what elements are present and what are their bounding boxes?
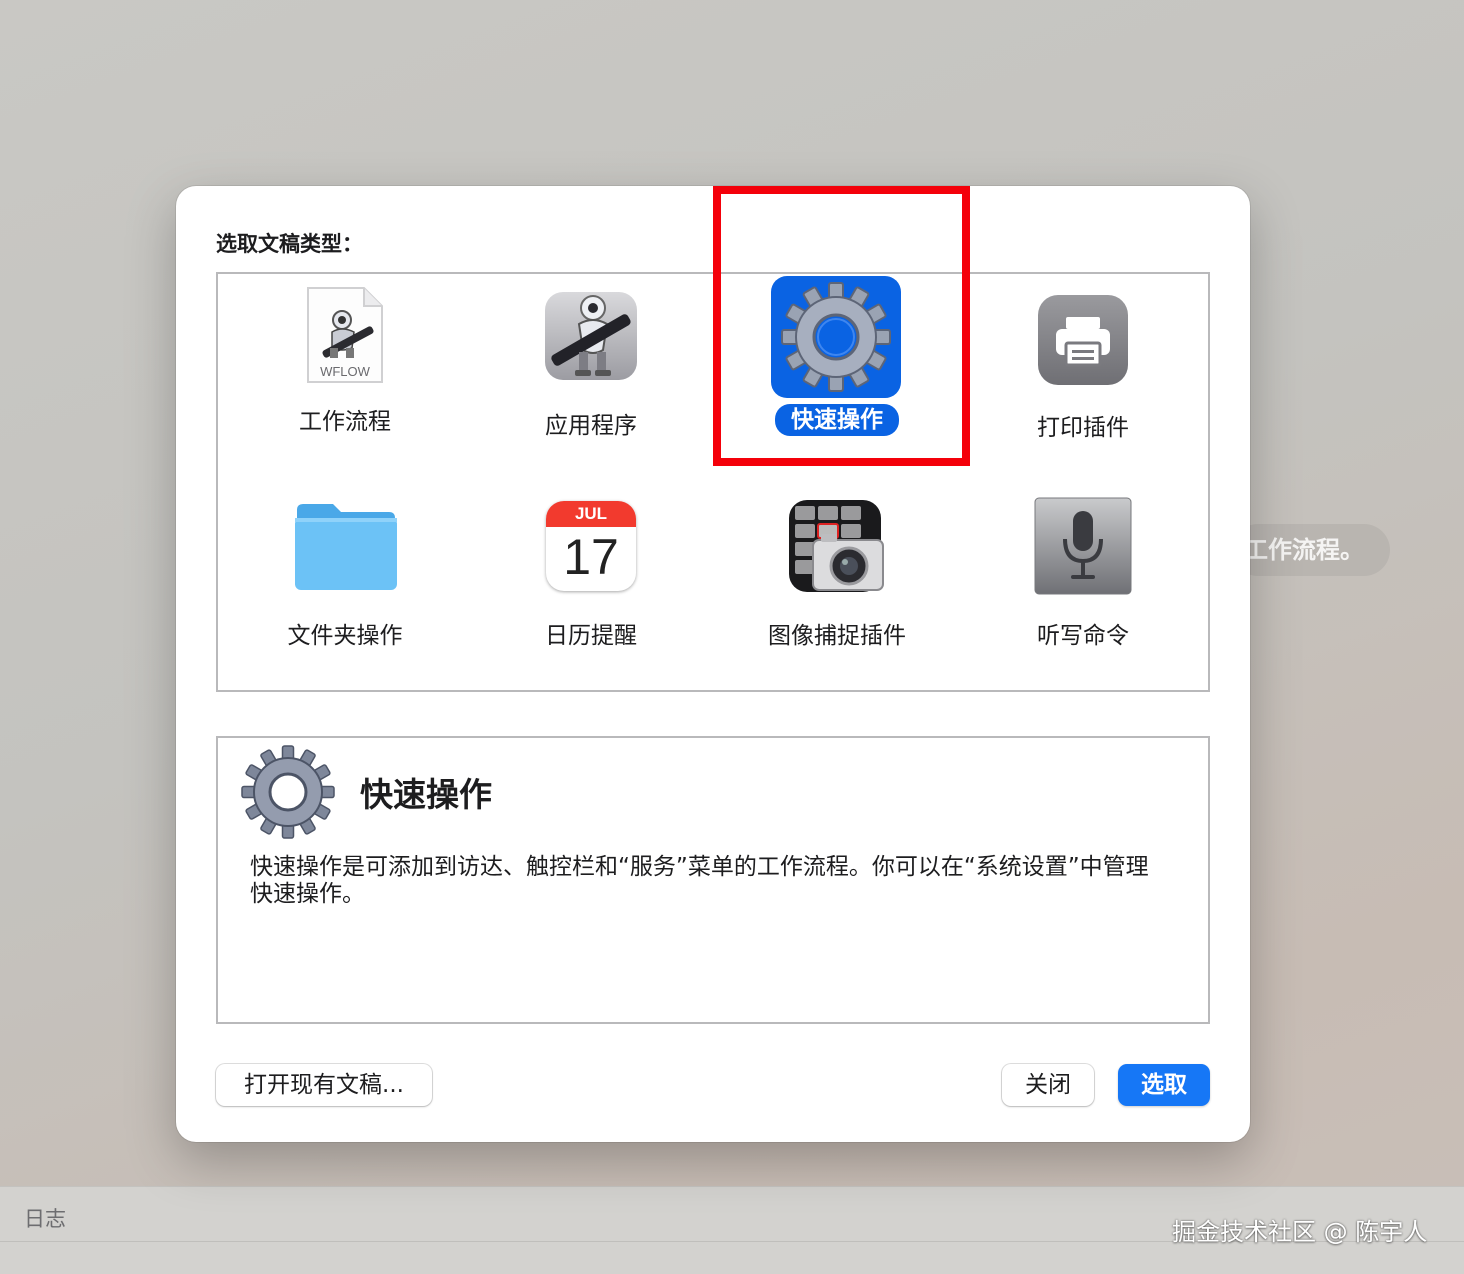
calendar-tile: JUL 17 bbox=[546, 501, 636, 591]
type-folder-action[interactable]: 文件夹操作 bbox=[222, 496, 468, 686]
type-label: 打印插件 bbox=[1037, 415, 1129, 441]
log-label[interactable]: 日志 bbox=[24, 1203, 66, 1233]
folder-icon bbox=[293, 496, 399, 596]
calendar-day: 17 bbox=[563, 529, 619, 585]
type-label: 工作流程 bbox=[299, 409, 391, 435]
calendar-icon: JUL 17 bbox=[541, 496, 641, 596]
open-existing-button[interactable]: 打开现有文稿... bbox=[216, 1064, 432, 1106]
type-print-plugin[interactable]: 打印插件 bbox=[960, 290, 1206, 480]
type-label: 文件夹操作 bbox=[287, 623, 403, 649]
choose-button[interactable]: 选取 bbox=[1118, 1064, 1210, 1106]
workflow-file-icon: WFLOW bbox=[295, 286, 395, 386]
type-dictation-command[interactable]: 听写命令 bbox=[960, 496, 1206, 686]
type-workflow[interactable]: WFLOW 工作流程 bbox=[222, 286, 468, 476]
description-panel: 快速操作 快速操作是可添加到访达、触控栏和“服务”菜单的工作流程。你可以在“系统… bbox=[216, 736, 1210, 1024]
wflow-label: WFLOW bbox=[320, 364, 371, 379]
description-title: 快速操作 bbox=[360, 775, 492, 814]
type-image-capture-plugin[interactable]: 图像捕捉插件 bbox=[714, 496, 960, 686]
calendar-month: JUL bbox=[546, 501, 636, 527]
description-text: 快速操作是可添加到访达、触控栏和“服务”菜单的工作流程。你可以在“系统设置”中管… bbox=[250, 854, 1149, 907]
new-document-dialog: 选取文稿类型： WFLOW 工作流程 应用程序 快速操作 打印插件 文件夹操作 … bbox=[176, 186, 1250, 1142]
gear-icon bbox=[240, 744, 336, 840]
close-button[interactable]: 关闭 bbox=[1002, 1064, 1094, 1106]
type-application[interactable]: 应用程序 bbox=[468, 286, 714, 476]
highlight-annotation-box bbox=[713, 186, 970, 466]
image-capture-icon bbox=[787, 496, 887, 596]
type-label: 应用程序 bbox=[545, 413, 637, 439]
watermark: 掘金技术社区 @ 陈宇人 bbox=[1172, 1218, 1428, 1246]
type-label: 日历提醒 bbox=[545, 623, 637, 649]
printer-icon bbox=[1033, 290, 1133, 390]
microphone-icon bbox=[1033, 496, 1133, 596]
background-hint-text: 工作流程。 bbox=[1232, 524, 1390, 576]
automator-robot-icon bbox=[541, 286, 641, 386]
type-label: 听写命令 bbox=[1037, 623, 1129, 649]
choose-type-label: 选取文稿类型： bbox=[216, 232, 363, 256]
type-calendar-alarm[interactable]: JUL 17 日历提醒 bbox=[468, 496, 714, 686]
type-label: 图像捕捉插件 bbox=[768, 623, 906, 649]
